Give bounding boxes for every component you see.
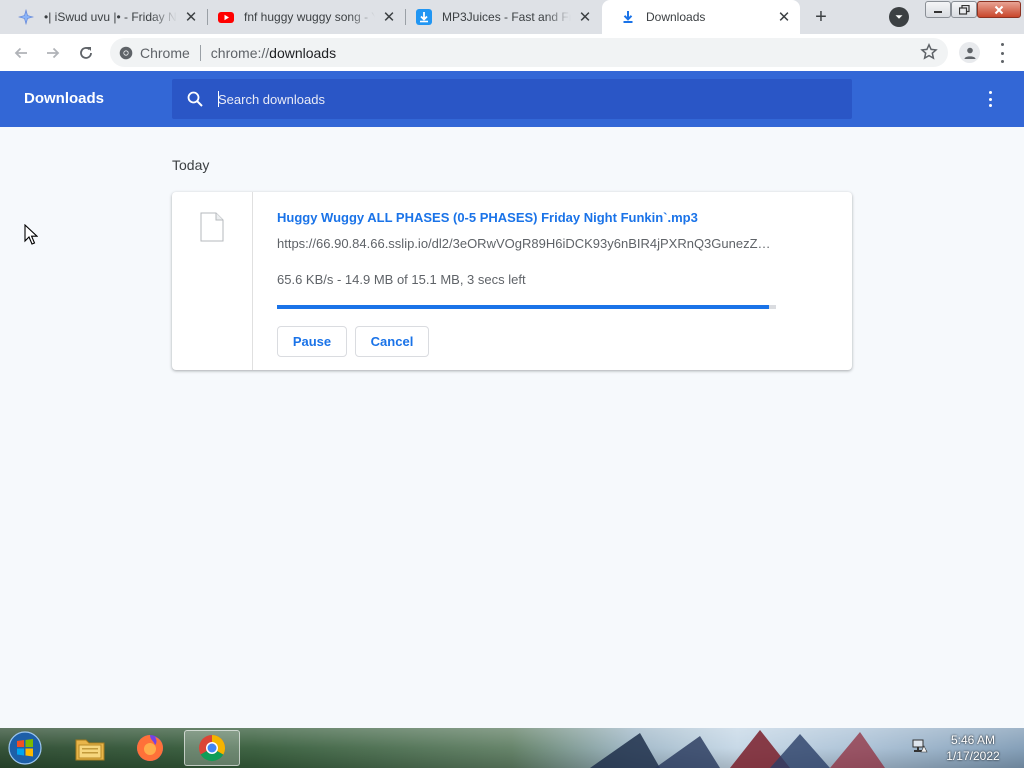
- download-item-card: Huggy Wuggy ALL PHASES (0-5 PHASES) Frid…: [172, 192, 852, 370]
- tab-iswud[interactable]: •| iSwud uvu |• - Friday Night Funkin' ✕: [0, 0, 207, 34]
- tab-mp3juices[interactable]: MP3Juices - Fast and Free Mp3 Downloads …: [406, 0, 601, 34]
- file-explorer-icon: [75, 739, 105, 761]
- clock-time: 5:46 AM: [950, 733, 996, 747]
- taskbar-firefox[interactable]: [122, 730, 178, 766]
- chevron-down-icon: [895, 15, 903, 19]
- chrome-logo-icon: [119, 46, 133, 59]
- download-arrow-icon: [620, 9, 636, 25]
- firefox-icon: [137, 735, 163, 761]
- mp3juices-icon: [416, 9, 432, 25]
- tab-close-icon[interactable]: ✕: [577, 9, 593, 26]
- restore-icon: [958, 4, 970, 15]
- reload-icon: [80, 47, 92, 59]
- tab-title: fnf huggy wuggy song - YouTube: [244, 10, 375, 24]
- search-icon: [186, 90, 204, 113]
- site-chip-label: Chrome: [140, 44, 190, 61]
- forward-button[interactable]: [42, 42, 64, 64]
- dot: [1000, 60, 1004, 63]
- url-host: downloads: [269, 44, 337, 61]
- url-scheme: chrome://: [210, 44, 270, 61]
- search-input[interactable]: [218, 87, 818, 111]
- windows-taskbar: 5:46 AM 1/17/2022: [0, 728, 1024, 768]
- sparkle-icon: [18, 9, 34, 25]
- youtube-icon: [218, 9, 234, 25]
- downloads-menu-button[interactable]: [986, 91, 994, 107]
- reload-button[interactable]: [75, 42, 97, 64]
- tab-close-icon[interactable]: ✕: [183, 9, 199, 26]
- site-info-chip[interactable]: Chrome: [119, 45, 190, 61]
- tab-downloads[interactable]: Downloads ✕: [602, 0, 800, 34]
- browser-toolbar: Chrome chrome://downloads: [0, 34, 1024, 71]
- omnibox-divider: [199, 44, 201, 61]
- chrome-icon: [199, 735, 226, 762]
- close-icon: [994, 5, 1004, 14]
- forward-arrow-icon: [47, 47, 60, 59]
- mouse-cursor-icon: [24, 223, 39, 250]
- file-name-link[interactable]: Huggy Wuggy ALL PHASES (0-5 PHASES) Frid…: [277, 210, 698, 225]
- tab-close-icon[interactable]: ✕: [776, 9, 792, 26]
- download-progress-bar: [277, 305, 776, 309]
- start-button[interactable]: [4, 729, 46, 767]
- profile-button[interactable]: [959, 42, 980, 63]
- star-icon: [920, 42, 938, 60]
- taskbar-file-explorer[interactable]: [62, 730, 118, 766]
- date-section-label: Today: [172, 157, 210, 173]
- text-caret: [218, 91, 219, 107]
- tab-title: •| iSwud uvu |• - Friday Night Funkin': [44, 10, 177, 24]
- url-text[interactable]: chrome://downloads: [211, 45, 336, 61]
- new-tab-button[interactable]: +: [808, 4, 834, 30]
- windows-start-icon: [8, 731, 42, 765]
- cancel-button[interactable]: Cancel: [355, 326, 429, 357]
- window-close-button[interactable]: [977, 1, 1021, 18]
- download-status: 65.6 KB/s - 14.9 MB of 15.1 MB, 3 secs l…: [277, 272, 526, 287]
- chrome-menu-button[interactable]: [994, 43, 1010, 63]
- page-title: Downloads: [24, 90, 105, 107]
- pause-button[interactable]: Pause: [277, 326, 347, 357]
- clock-date: 1/17/2022: [946, 749, 1000, 763]
- address-bar[interactable]: Chrome chrome://downloads: [110, 38, 948, 67]
- person-icon: [964, 47, 975, 59]
- tab-title: Downloads: [646, 10, 706, 24]
- downloads-header: Downloads: [0, 71, 1024, 127]
- taskbar-chrome[interactable]: [184, 730, 240, 766]
- tab-youtube[interactable]: fnf huggy wuggy song - YouTube ✕: [208, 0, 405, 34]
- dot: [988, 91, 992, 94]
- dot: [1000, 51, 1004, 55]
- tab-strip: •| iSwud uvu |• - Friday Night Funkin' ✕…: [0, 0, 1024, 34]
- system-clock[interactable]: 5:46 AM 1/17/2022: [930, 732, 1016, 764]
- dot: [988, 97, 992, 101]
- tab-close-icon[interactable]: ✕: [381, 9, 397, 26]
- back-arrow-icon: [14, 47, 27, 59]
- bookmark-star-button[interactable]: [920, 42, 938, 66]
- minimize-button[interactable]: [925, 1, 951, 18]
- network-icon[interactable]: [912, 738, 928, 759]
- tab-title: MP3Juices - Fast and Free Mp3 Downloads: [442, 10, 571, 24]
- dot: [1000, 43, 1004, 46]
- progress-fill: [277, 305, 769, 309]
- tab-search-button[interactable]: [889, 7, 909, 27]
- restore-button[interactable]: [951, 1, 977, 18]
- file-icon-column: [172, 192, 253, 370]
- minimize-icon: [934, 10, 942, 13]
- search-box[interactable]: [172, 79, 852, 119]
- file-icon: [200, 212, 224, 247]
- dot: [988, 104, 992, 107]
- source-url[interactable]: https://66.90.84.66.sslip.io/dl2/3eORwVO…: [277, 236, 777, 251]
- back-button[interactable]: [10, 42, 32, 64]
